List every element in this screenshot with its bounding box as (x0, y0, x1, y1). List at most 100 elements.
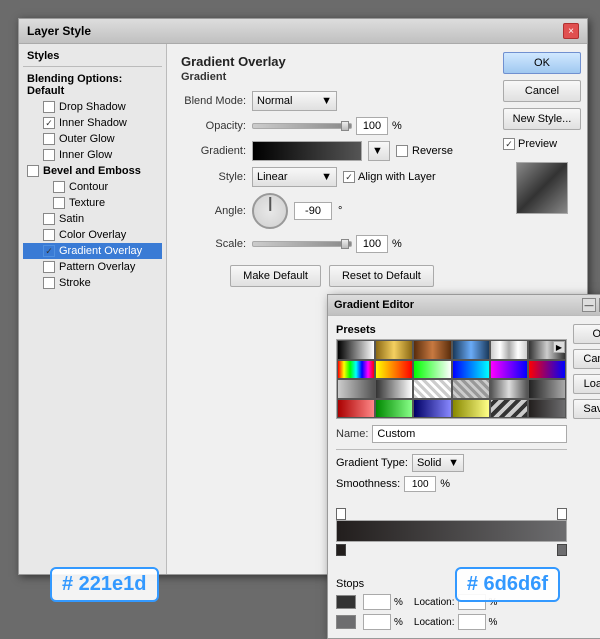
subsection-title: Gradient (181, 71, 483, 83)
ge-color-stop-left[interactable] (336, 544, 346, 556)
stroke-checkbox[interactable] (43, 277, 55, 289)
ge-color-pct-input-1[interactable] (363, 594, 391, 610)
sidebar-item-gradient-overlay[interactable]: Gradient Overlay (23, 243, 162, 259)
ge-color-pct-input-2[interactable] (363, 614, 391, 630)
ge-color-swatch-2[interactable] (336, 615, 356, 629)
blend-mode-arrow-icon: ▼ (321, 95, 332, 107)
reverse-checkbox[interactable] (396, 145, 408, 157)
sidebar-item-blending[interactable]: Blending Options: Default (23, 71, 162, 99)
sidebar-item-pattern-overlay[interactable]: Pattern Overlay (23, 259, 162, 275)
presets-scroll-arrow[interactable]: ▶ (553, 341, 565, 353)
align-layer-label: Align with Layer (358, 171, 436, 183)
close-button[interactable]: × (563, 23, 579, 39)
satin-checkbox[interactable] (43, 213, 55, 225)
sidebar-item-bevel-emboss[interactable]: Bevel and Emboss (23, 163, 162, 179)
sidebar-item-satin[interactable]: Satin (23, 211, 162, 227)
preset-swatch-18[interactable] (528, 379, 566, 399)
ge-load-button[interactable]: Load... (573, 374, 600, 394)
ge-save-button[interactable]: Save... (573, 399, 600, 419)
angle-input[interactable]: -90 (294, 202, 332, 220)
cancel-button[interactable]: Cancel (503, 80, 581, 102)
sidebar-item-stroke[interactable]: Stroke (23, 275, 162, 291)
inner-shadow-checkbox[interactable] (43, 117, 55, 129)
ge-cancel-button[interactable]: Cancel (573, 349, 600, 369)
gradient-preview[interactable] (252, 141, 362, 161)
gradient-editor-right: OK Cancel Load... Save... (573, 324, 600, 630)
angle-dial[interactable] (252, 193, 288, 229)
preset-swatch-15[interactable] (413, 379, 451, 399)
preset-swatch-9[interactable] (413, 360, 451, 380)
preset-swatch-23[interactable] (490, 399, 528, 419)
texture-checkbox[interactable] (53, 197, 65, 209)
sidebar-item-inner-glow[interactable]: Inner Glow (23, 147, 162, 163)
sidebar-item-contour[interactable]: Contour (23, 179, 162, 195)
sidebar-item-color-overlay[interactable]: Color Overlay (23, 227, 162, 243)
preset-swatch-14[interactable] (375, 379, 413, 399)
preset-swatch-17[interactable] (490, 379, 528, 399)
reset-default-button[interactable]: Reset to Default (329, 265, 434, 287)
opacity-slider[interactable] (252, 123, 352, 129)
bevel-emboss-checkbox[interactable] (27, 165, 39, 177)
opacity-input[interactable]: 100 (356, 117, 388, 135)
preset-swatch-16[interactable] (452, 379, 490, 399)
ge-location-input-1[interactable] (458, 594, 486, 610)
ge-gradient-type-select[interactable]: Solid ▼ (412, 454, 464, 472)
new-style-button[interactable]: New Style... (503, 108, 581, 130)
preset-swatch-3[interactable] (413, 340, 451, 360)
ge-color-swatch-1[interactable] (336, 595, 356, 609)
ge-smoothness-input[interactable]: 100 (404, 476, 436, 492)
style-select[interactable]: Linear ▼ (252, 167, 337, 187)
align-layer-checkbox[interactable] (343, 171, 355, 183)
ge-location-input-2[interactable] (458, 614, 486, 630)
inner-glow-checkbox[interactable] (43, 149, 55, 161)
color-overlay-label: Color Overlay (59, 229, 126, 241)
pattern-overlay-checkbox[interactable] (43, 261, 55, 273)
preset-swatch-1[interactable] (337, 340, 375, 360)
preset-swatch-13[interactable] (337, 379, 375, 399)
preset-swatch-24[interactable] (528, 399, 566, 419)
ge-name-input[interactable]: Custom (372, 425, 567, 443)
gradient-overlay-checkbox[interactable] (43, 245, 55, 257)
outer-glow-checkbox[interactable] (43, 133, 55, 145)
section-title: Gradient Overlay (181, 54, 483, 69)
make-default-button[interactable]: Make Default (230, 265, 321, 287)
ok-button[interactable]: OK (503, 52, 581, 74)
gradient-arrow-btn[interactable]: ▼ (368, 141, 390, 161)
ge-gradient-bar-area (336, 508, 567, 558)
preset-swatch-8[interactable] (375, 360, 413, 380)
sidebar-item-inner-shadow[interactable]: Inner Shadow (23, 115, 162, 131)
preset-swatch-21[interactable] (413, 399, 451, 419)
ge-location-label-1: Location: (414, 597, 455, 608)
presets-grid[interactable] (336, 339, 567, 419)
drop-shadow-checkbox[interactable] (43, 101, 55, 113)
scale-input[interactable]: 100 (356, 235, 388, 253)
style-label: Style: (181, 171, 246, 183)
sidebar-item-outer-glow[interactable]: Outer Glow (23, 131, 162, 147)
preset-swatch-22[interactable] (452, 399, 490, 419)
preset-swatch-11[interactable] (490, 360, 528, 380)
preset-swatch-5[interactable] (490, 340, 528, 360)
contour-checkbox[interactable] (53, 181, 65, 193)
preview-checkbox[interactable] (503, 138, 515, 150)
preset-swatch-20[interactable] (375, 399, 413, 419)
blend-mode-select[interactable]: Normal ▼ (252, 91, 337, 111)
sidebar-item-texture[interactable]: Texture (23, 195, 162, 211)
ge-ok-button[interactable]: OK (573, 324, 600, 344)
ge-minimize-button[interactable]: — (582, 298, 596, 312)
ge-opacity-stop-left[interactable] (336, 508, 346, 520)
preset-swatch-19[interactable] (337, 399, 375, 419)
color-overlay-checkbox[interactable] (43, 229, 55, 241)
ge-color-stop-right[interactable] (557, 544, 567, 556)
sidebar: Styles Blending Options: Default Drop Sh… (19, 44, 167, 574)
gradient-editor-title: Gradient Editor (334, 299, 414, 311)
preset-swatch-12[interactable] (528, 360, 566, 380)
preset-swatch-10[interactable] (452, 360, 490, 380)
preset-swatch-4[interactable] (452, 340, 490, 360)
preset-swatch-7[interactable] (337, 360, 375, 380)
ge-gradient-bar[interactable] (336, 520, 567, 542)
preset-swatch-2[interactable] (375, 340, 413, 360)
style-arrow-icon: ▼ (321, 171, 332, 183)
sidebar-item-drop-shadow[interactable]: Drop Shadow (23, 99, 162, 115)
scale-slider[interactable] (252, 241, 352, 247)
ge-opacity-stop-right[interactable] (557, 508, 567, 520)
